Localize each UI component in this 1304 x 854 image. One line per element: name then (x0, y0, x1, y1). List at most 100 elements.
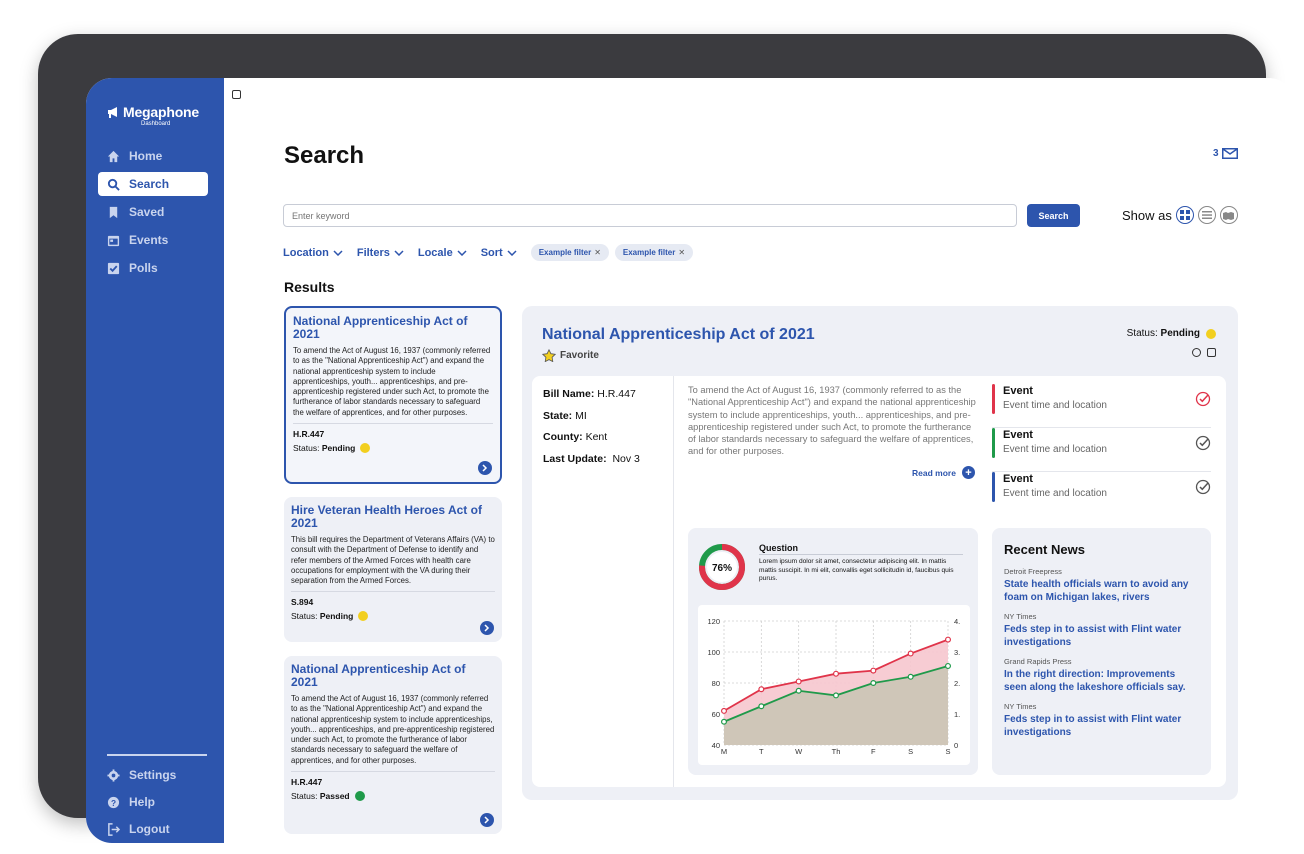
card-description: To amend the Act of August 16, 1937 (com… (291, 694, 495, 765)
checkbox-icon (106, 261, 120, 275)
share-icon[interactable] (1207, 348, 1216, 357)
data-point (833, 670, 840, 677)
county-row: County: Kent (543, 427, 640, 449)
data-point (721, 707, 728, 714)
result-card[interactable]: Hire Veteran Health Heroes Act of 2021 T… (284, 497, 502, 642)
search-icon (106, 177, 120, 191)
detail-body: Bill Name: H.R.447 State: MI County: Ken… (532, 376, 1226, 787)
grid-view-icon[interactable] (1175, 206, 1194, 224)
favorite-button[interactable]: Favorite (542, 349, 599, 362)
event-title: Event (1003, 473, 1033, 485)
last-update-value: Nov 3 (612, 452, 640, 465)
bookmark-icon (106, 205, 120, 219)
news-headline[interactable]: Feds step in to assist with Flint water … (1004, 623, 1199, 649)
close-icon[interactable]: ✕ (594, 248, 601, 257)
y-tick-label: 80 (712, 679, 720, 688)
y2-tick-label: 4. (954, 617, 960, 626)
result-card[interactable]: National Apprenticeship Act of 2021 To a… (284, 306, 502, 484)
state-row: State: MI (543, 406, 640, 428)
app-subtitle: Dashboard (141, 121, 171, 127)
data-point (833, 692, 840, 699)
card-title: National Apprenticeship Act of 2021 (291, 662, 466, 689)
search-input[interactable] (283, 204, 1017, 227)
trend-chart-svg: 120 4. 100 3. 80 2. 60 1. 40 0 M T W Th F S S (707, 617, 960, 756)
news-source: Grand Rapids Press (1004, 657, 1072, 666)
data-point (945, 662, 952, 669)
sidebar-nav: Home Search Saved Events Polls (98, 144, 208, 284)
news-headline[interactable]: In the right direction: Improvements see… (1004, 668, 1199, 694)
filter-bar: Location Filters Locale Sort Example fil… (283, 244, 699, 261)
news-headline[interactable]: State health officials warn to avoid any… (1004, 578, 1199, 604)
chevron-down-icon (394, 249, 404, 256)
status-value: Pending (321, 443, 356, 454)
news-item[interactable]: Grand Rapids Press In the right directio… (1004, 657, 1199, 694)
news-source: NY Times (1004, 612, 1037, 621)
news-source: Detroit Freepress (1004, 567, 1062, 576)
map-view-icon[interactable] (1219, 206, 1238, 224)
sidebar-bottom-nav: Settings ? Help Logout (98, 764, 208, 843)
sidebar-item-search[interactable]: Search (98, 172, 208, 196)
filters-dropdown[interactable]: Filters (357, 247, 404, 259)
event-subtitle: Event time and location (1003, 488, 1107, 499)
filter-chip[interactable]: Example filter ✕ (530, 244, 609, 261)
open-arrow-button[interactable] (480, 813, 494, 827)
location-dropdown[interactable]: Location (283, 247, 343, 259)
events-list: Event Event time and location Event Even… (992, 384, 1211, 516)
data-point (907, 673, 914, 680)
view-toggle: Show as (1122, 206, 1238, 224)
question-text: Lorem ipsum dolor sit amet, consectetur … (759, 558, 954, 582)
history-icon[interactable] (1192, 348, 1201, 357)
detail-actions (1186, 348, 1216, 357)
data-point (795, 678, 802, 685)
sidebar-item-settings[interactable]: Settings (98, 764, 208, 786)
star-icon (542, 349, 556, 362)
x-tick-label: S (945, 747, 950, 756)
chevron-down-icon (507, 249, 517, 256)
event-item[interactable]: Event Event time and location (992, 472, 1211, 516)
sidebar-item-label: Events (129, 233, 169, 247)
mail-icon (1221, 148, 1238, 159)
card-status: Status: Pending (291, 611, 495, 622)
sidebar-item-label: Home (129, 149, 163, 163)
event-subtitle: Event time and location (1003, 400, 1107, 411)
inbox-button[interactable]: 3 (1213, 148, 1238, 159)
search-button[interactable]: Search (1027, 204, 1080, 227)
y-tick-label: 40 (712, 741, 720, 750)
state-value: MI (575, 409, 587, 422)
event-subtitle: Event time and location (1003, 444, 1107, 455)
app-logo[interactable]: Megaphone (107, 104, 199, 120)
list-view-icon[interactable] (1197, 206, 1216, 224)
close-icon[interactable]: ✕ (678, 248, 685, 257)
filter-chip[interactable]: Example filter ✕ (614, 244, 694, 261)
news-item[interactable]: Detroit Freepress State health officials… (1004, 567, 1199, 604)
open-arrow-button[interactable] (480, 621, 494, 635)
x-tick-label: W (795, 747, 803, 756)
result-card[interactable]: National Apprenticeship Act of 2021 To a… (284, 656, 502, 834)
sidebar-item-polls[interactable]: Polls (98, 256, 208, 280)
sidebar-item-home[interactable]: Home (98, 144, 208, 168)
inbox-count: 3 (1213, 148, 1219, 159)
read-more-link[interactable]: Read more + (912, 466, 975, 479)
sidebar-item-logout[interactable]: Logout (98, 818, 208, 840)
event-color-bar (992, 384, 995, 414)
results-title: Results (284, 279, 335, 295)
check-circle-icon[interactable] (1195, 391, 1211, 407)
check-circle-icon[interactable] (1195, 479, 1211, 495)
event-item[interactable]: Event Event time and location (992, 384, 1211, 428)
sidebar-item-label: Polls (129, 261, 158, 275)
sidebar-item-events[interactable]: Events (98, 228, 208, 252)
locale-dropdown[interactable]: Locale (418, 247, 467, 259)
trend-chart: 120 4. 100 3. 80 2. 60 1. 40 0 M T W Th F S S (698, 605, 970, 765)
sidebar-item-help[interactable]: ? Help (98, 791, 208, 813)
bill-code: H.R.447 (293, 429, 325, 440)
news-item[interactable]: NY Times Feds step in to assist with Fli… (1004, 612, 1199, 649)
event-item[interactable]: Event Event time and location (992, 428, 1211, 472)
sort-dropdown[interactable]: Sort (481, 247, 517, 259)
bill-summary: To amend the Act of August 16, 1937 (com… (688, 385, 976, 457)
news-headline[interactable]: Feds step in to assist with Flint water … (1004, 713, 1199, 739)
sidebar-item-saved[interactable]: Saved (98, 200, 208, 224)
check-circle-icon[interactable] (1195, 435, 1211, 451)
news-item[interactable]: NY Times Feds step in to assist with Fli… (1004, 702, 1199, 739)
open-arrow-button[interactable] (478, 461, 492, 475)
expand-icon[interactable] (232, 90, 241, 99)
